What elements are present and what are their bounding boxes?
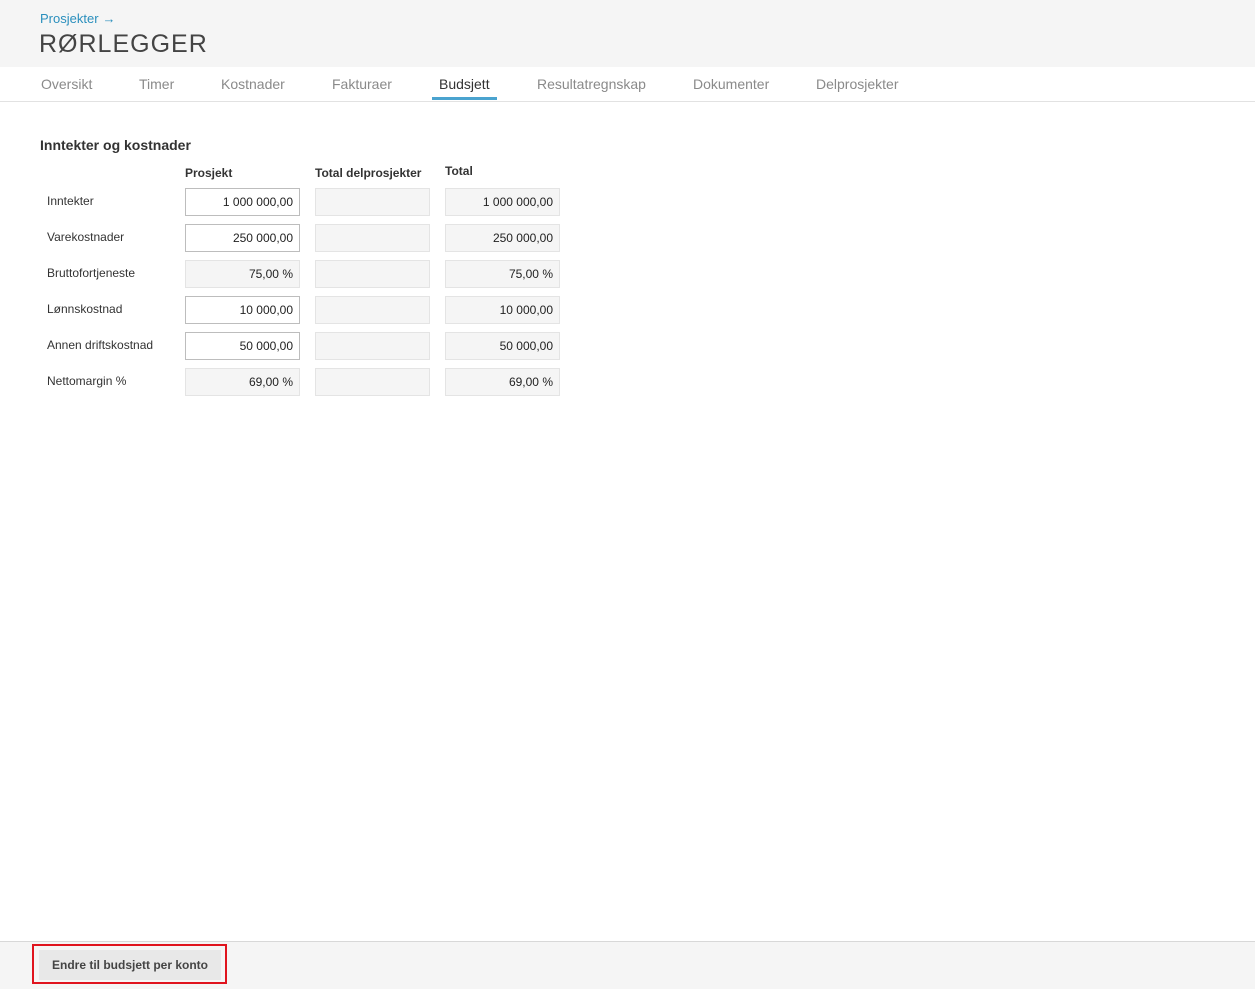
annen-driftskostnad-subprojects-cell	[315, 332, 430, 360]
row-label-bruttofortjeneste: Bruttofortjeneste	[47, 266, 136, 280]
column-header-subprojects: Total delprosjekter	[315, 166, 422, 180]
page-title: RØRLEGGER	[39, 30, 208, 58]
project-header: Prosjekter → RØRLEGGER	[0, 0, 1255, 67]
varekostnader-subprojects-cell	[315, 224, 430, 252]
tab-fakturaer[interactable]: Fakturaer	[332, 76, 392, 92]
row-label-annen-driftskostnad: Annen driftskostnad	[47, 338, 154, 352]
nettomargin-project-cell: 69,00 %	[185, 368, 300, 396]
annen-driftskostnad-total-cell: 50 000,00	[445, 332, 560, 360]
lonnskostnad-project-input[interactable]	[185, 296, 300, 324]
tab-dokumenter[interactable]: Dokumenter	[693, 76, 769, 92]
nettomargin-total-cell: 69,00 %	[445, 368, 560, 396]
section-title: Inntekter og kostnader	[40, 137, 191, 153]
breadcrumb-projects-link[interactable]: Prosjekter	[40, 11, 99, 26]
inntekter-subprojects-cell	[315, 188, 430, 216]
tab-oversikt[interactable]: Oversikt	[41, 76, 92, 92]
bruttofortjeneste-project-cell: 75,00 %	[185, 260, 300, 288]
bruttofortjeneste-total-cell: 75,00 %	[445, 260, 560, 288]
breadcrumb[interactable]: Prosjekter →	[40, 11, 116, 26]
tab-resultatregnskap[interactable]: Resultatregnskap	[537, 76, 646, 92]
active-tab-indicator	[432, 97, 497, 100]
tab-bar: Oversikt Timer Kostnader Fakturaer Budsj…	[0, 67, 1255, 102]
varekostnader-total-cell: 250 000,00	[445, 224, 560, 252]
row-label-nettomargin: Nettomargin %	[47, 374, 127, 388]
highlight-box	[32, 944, 227, 984]
annen-driftskostnad-project-input[interactable]	[185, 332, 300, 360]
column-header-total: Total	[445, 164, 473, 178]
row-label-inntekter: Inntekter	[47, 194, 94, 208]
row-label-lonnskostnad: Lønnskostnad	[47, 302, 123, 316]
tab-kostnader[interactable]: Kostnader	[221, 76, 285, 92]
inntekter-total-cell: 1 000 000,00	[445, 188, 560, 216]
lonnskostnad-subprojects-cell	[315, 296, 430, 324]
nettomargin-subprojects-cell	[315, 368, 430, 396]
bruttofortjeneste-subprojects-cell	[315, 260, 430, 288]
inntekter-project-input[interactable]	[185, 188, 300, 216]
lonnskostnad-total-cell: 10 000,00	[445, 296, 560, 324]
tab-timer[interactable]: Timer	[139, 76, 174, 92]
tab-budsjett[interactable]: Budsjett	[439, 76, 490, 92]
tab-delprosjekter[interactable]: Delprosjekter	[816, 76, 898, 92]
varekostnader-project-input[interactable]	[185, 224, 300, 252]
arrow-right-icon: →	[102, 11, 116, 26]
column-header-project: Prosjekt	[185, 166, 233, 180]
row-label-varekostnader: Varekostnader	[47, 230, 125, 244]
